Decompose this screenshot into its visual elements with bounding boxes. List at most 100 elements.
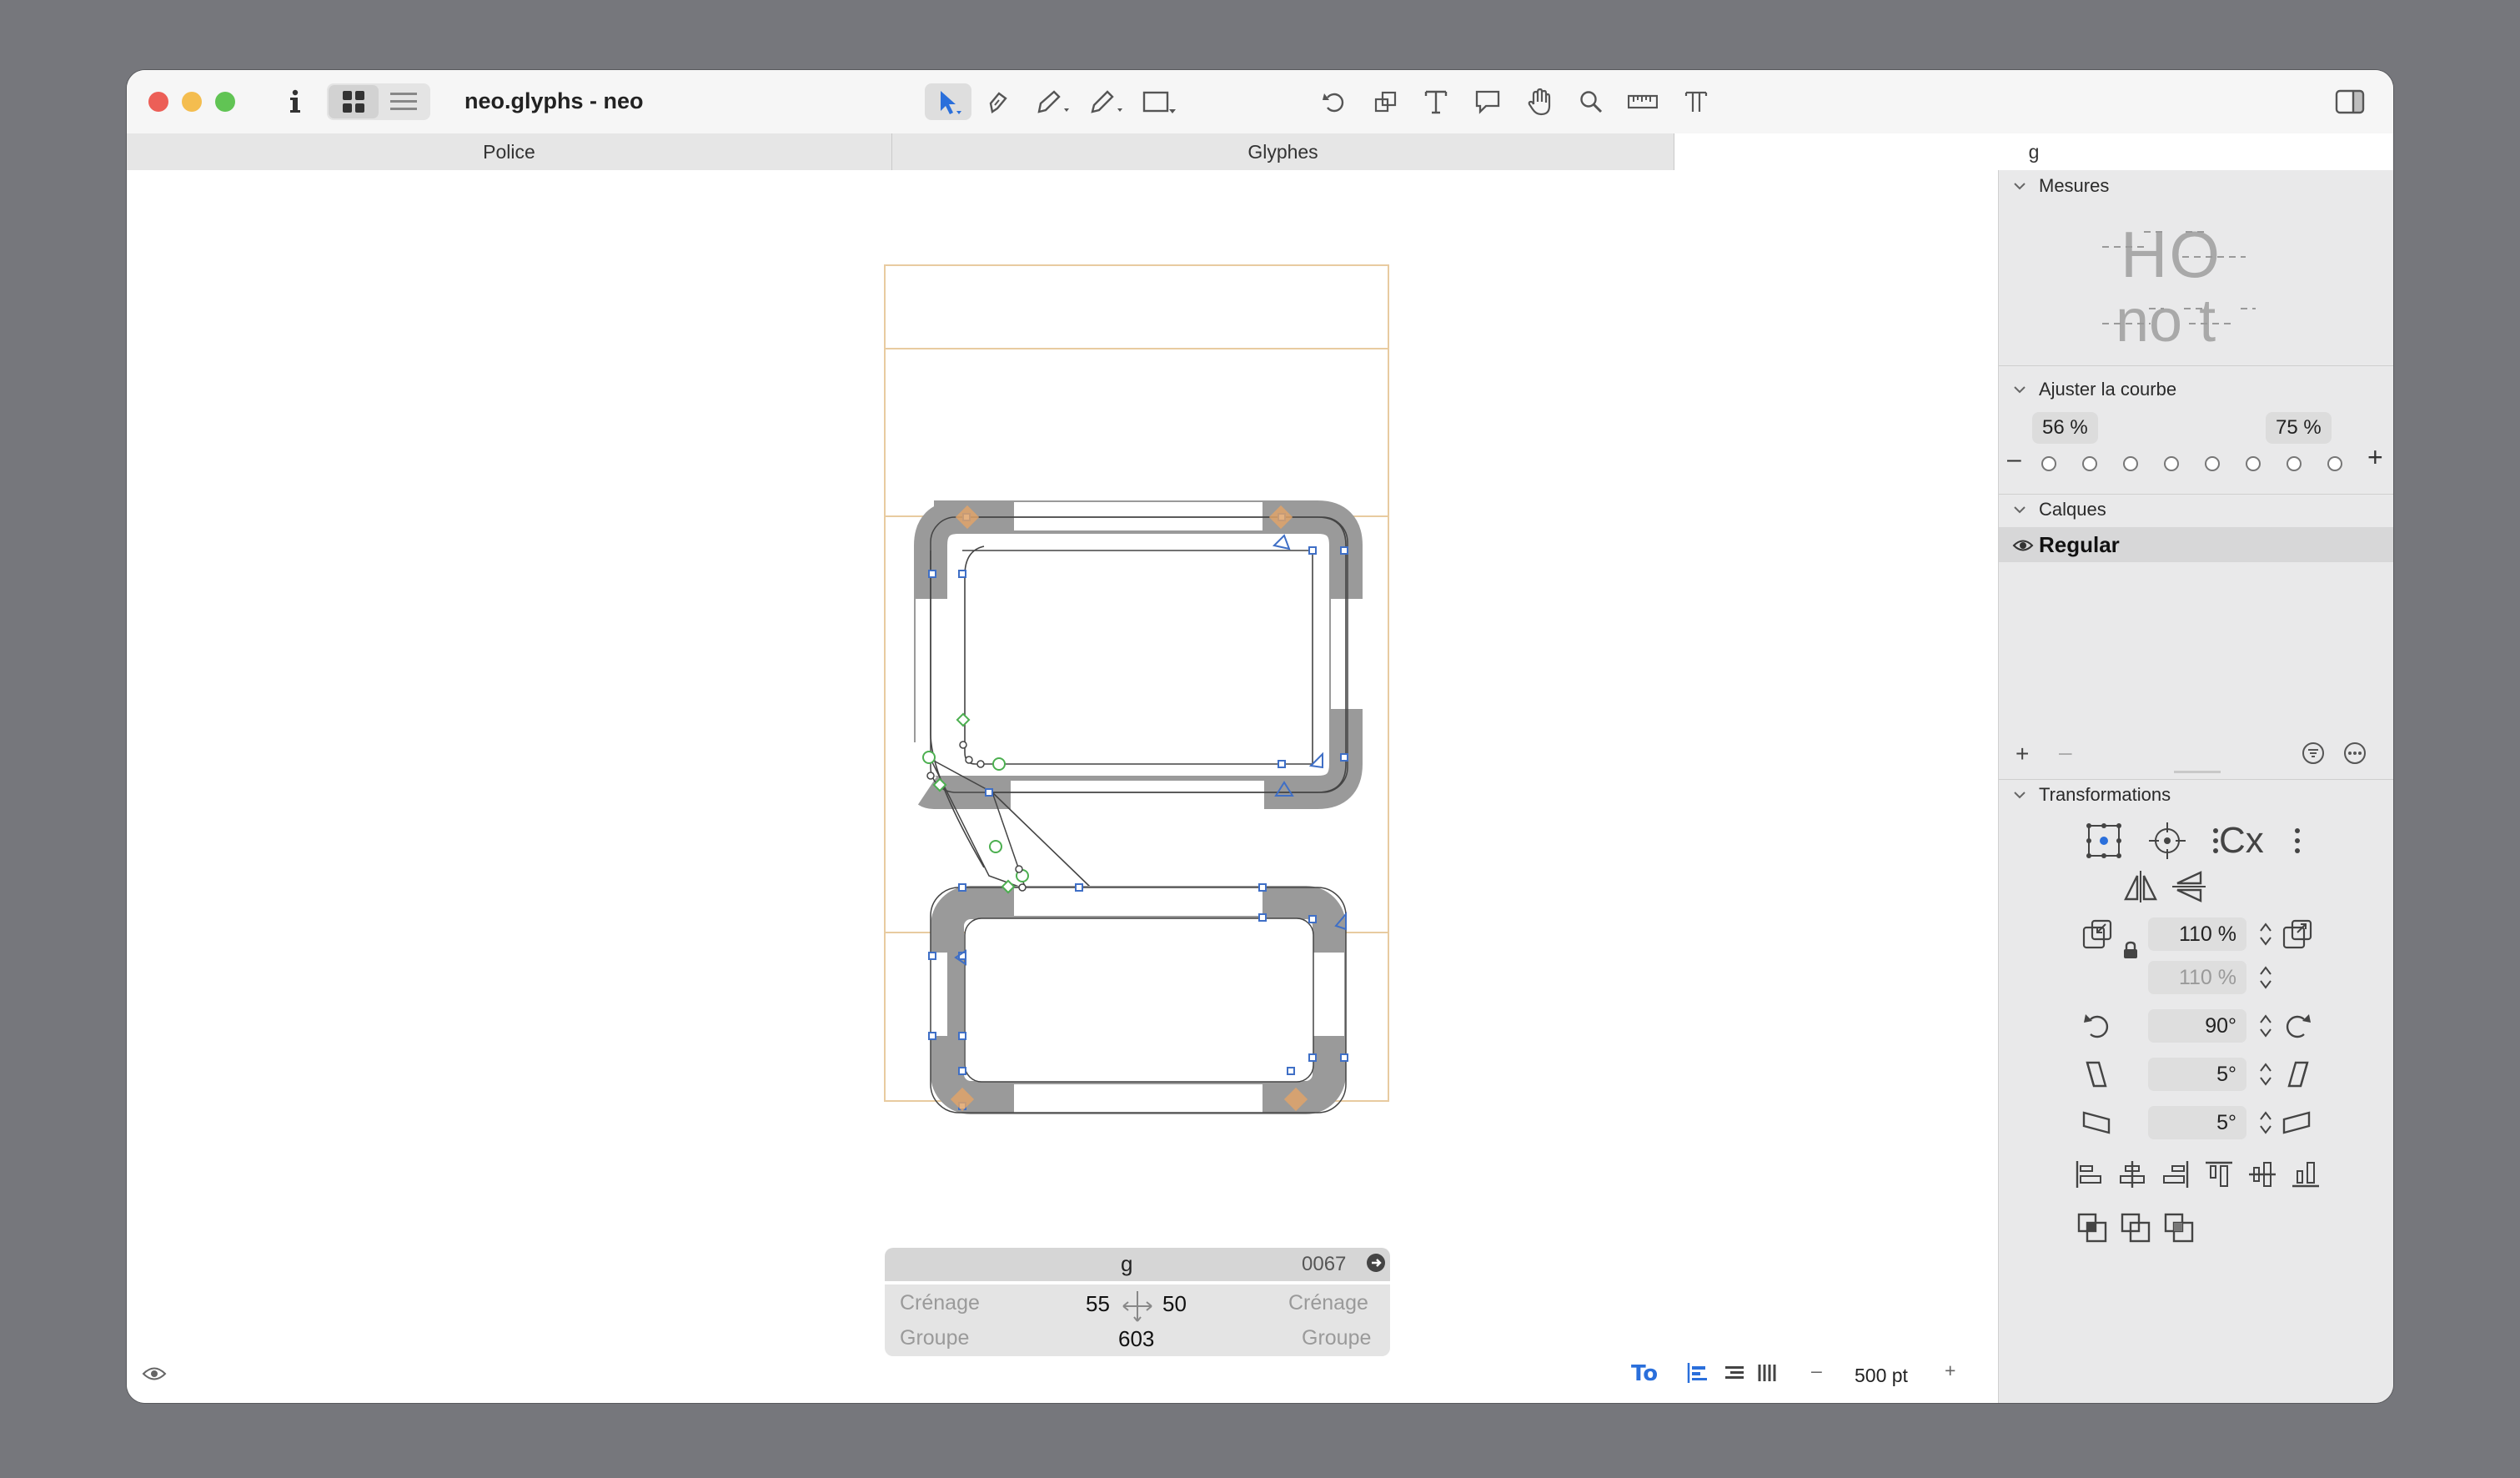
filter-icon[interactable]	[2301, 741, 2326, 766]
scale-x-field[interactable]: 110 %	[2148, 917, 2246, 951]
list-view-icon[interactable]	[379, 85, 429, 118]
rectangle-tool-icon[interactable]	[1136, 85, 1182, 118]
transform-section-header[interactable]: Transformations	[2012, 784, 2171, 806]
remove-layer-button[interactable]: –	[2059, 739, 2072, 766]
section-title: Mesures	[2039, 175, 2110, 196]
tab-police[interactable]: Police	[127, 133, 892, 170]
tab-g[interactable]: g	[1674, 133, 2393, 170]
svg-text:Cx: Cx	[2219, 821, 2264, 861]
zoom-in-button[interactable]: +	[1945, 1360, 1955, 1382]
align-bottom-edges-icon[interactable]	[2289, 1158, 2322, 1191]
lsb-field[interactable]: 55	[1086, 1291, 1110, 1317]
text-preview-toggle[interactable]: To	[1631, 1361, 1658, 1386]
rotate-tool-icon[interactable]	[1316, 85, 1353, 118]
rotate-ccw-icon[interactable]	[2081, 1009, 2114, 1043]
lock-icon[interactable]	[2122, 941, 2139, 959]
zoom-level[interactable]: 500 pt	[1855, 1365, 1908, 1387]
slant-left-icon[interactable]	[2081, 1058, 2114, 1091]
select-tool-icon[interactable]	[925, 83, 971, 120]
curve-slider[interactable]	[2039, 454, 2356, 474]
pen-edit-icon[interactable]	[979, 85, 1016, 118]
layer-row[interactable]: Regular	[1999, 527, 2393, 562]
scale-y-stepper[interactable]	[2257, 963, 2274, 992]
resize-handle[interactable]	[2174, 771, 2221, 773]
curve-left-value[interactable]: 56 %	[2032, 412, 2098, 444]
zoom-out-button[interactable]: –	[1811, 1360, 1822, 1382]
slant-down-icon[interactable]	[2081, 1106, 2114, 1139]
preview-eye-icon[interactable]	[142, 1365, 170, 1386]
metrics-link-icon[interactable]	[1120, 1289, 1155, 1323]
curve-minus-button[interactable]: –	[2007, 445, 2021, 474]
align-right-edges-icon[interactable]	[2159, 1158, 2192, 1191]
rsb-field[interactable]: 50	[1162, 1291, 1187, 1317]
origin-selector-icon[interactable]	[2084, 821, 2124, 861]
unicode-field[interactable]: 0067	[1302, 1253, 1346, 1276]
zoom-button[interactable]	[215, 92, 235, 112]
metric-origin-icon[interactable]: Cx	[2211, 821, 2302, 861]
app-window: neo.glyphs - neo Police Glyphes g g 0067…	[127, 70, 2393, 1403]
glyph-edit-view[interactable]	[127, 170, 1998, 1403]
slant-y-stepper[interactable]	[2257, 1108, 2274, 1137]
chevron-down-icon	[2014, 183, 2026, 190]
type-tool-icon[interactable]	[1678, 85, 1714, 118]
glyph-upper-bowl[interactable]	[914, 500, 1363, 888]
info-icon[interactable]	[280, 87, 310, 117]
flip-vertical-icon[interactable]	[2171, 869, 2207, 904]
glyph-lower-bowl[interactable]	[916, 886, 1347, 1114]
union-icon[interactable]	[2076, 1211, 2109, 1244]
scale-tool-icon[interactable]	[1368, 85, 1404, 118]
curve-plus-button[interactable]: +	[2367, 442, 2383, 473]
edit-canvas[interactable]: g 0067 Crénage Crénage Groupe Groupe 55 …	[127, 170, 1998, 1403]
close-button[interactable]	[148, 92, 168, 112]
section-title: Transformations	[2039, 784, 2171, 805]
annotation-tool-icon[interactable]	[1469, 85, 1506, 118]
scale-up-icon[interactable]	[2281, 917, 2314, 951]
metrics-preview[interactable]: HO no t	[2099, 207, 2266, 354]
rotate-field[interactable]: 90°	[2148, 1009, 2246, 1043]
zoom-tool-icon[interactable]	[1573, 85, 1609, 118]
more-options-icon[interactable]	[2342, 741, 2367, 766]
draw-tool-icon[interactable]	[1029, 85, 1076, 118]
curve-section-header[interactable]: Ajuster la courbe	[2012, 379, 2176, 400]
rotate-cw-icon[interactable]	[2281, 1009, 2314, 1043]
glyph-name-field[interactable]: g	[1121, 1251, 1132, 1277]
rotate-stepper[interactable]	[2257, 1012, 2274, 1040]
align-left-edges-icon[interactable]	[2072, 1158, 2106, 1191]
align-top-edges-icon[interactable]	[2202, 1158, 2236, 1191]
hand-tool-icon[interactable]	[1521, 85, 1558, 118]
align-h-center-icon[interactable]	[2116, 1158, 2149, 1191]
columns-icon[interactable]	[1756, 1361, 1781, 1386]
text-tool-icon[interactable]	[1418, 85, 1454, 118]
curve-right-value[interactable]: 75 %	[2266, 412, 2332, 444]
metrics-section-header[interactable]: Mesures	[2012, 175, 2109, 197]
pencil-tool-icon[interactable]	[1082, 85, 1129, 118]
group-label-right: Groupe	[1302, 1326, 1372, 1350]
slant-up-icon[interactable]	[2281, 1106, 2314, 1139]
document-tabs: Police Glyphes g	[127, 133, 2393, 171]
flip-horizontal-icon[interactable]	[2122, 869, 2159, 904]
scale-down-icon[interactable]	[2081, 917, 2114, 951]
kerning-label-left: Crénage	[900, 1291, 980, 1315]
sidebar-toggle-icon[interactable]	[2332, 85, 2368, 118]
align-right-icon[interactable]	[1723, 1361, 1748, 1386]
measure-tool-icon[interactable]	[1623, 85, 1663, 118]
minimize-button[interactable]	[182, 92, 202, 112]
align-v-center-icon[interactable]	[2246, 1158, 2279, 1191]
subtract-icon[interactable]	[2119, 1211, 2152, 1244]
slant-y-field[interactable]: 5°	[2148, 1106, 2246, 1139]
slant-x-field[interactable]: 5°	[2148, 1058, 2246, 1091]
eye-icon[interactable]	[2012, 537, 2034, 554]
go-arrow-icon[interactable]	[1367, 1254, 1385, 1272]
scale-y-field[interactable]: 110 %	[2148, 961, 2246, 994]
crosshair-icon[interactable]	[2147, 821, 2187, 861]
scale-x-stepper[interactable]	[2257, 920, 2274, 948]
width-field[interactable]: 603	[1118, 1326, 1154, 1352]
slant-right-icon[interactable]	[2281, 1058, 2314, 1091]
align-left-icon[interactable]	[1686, 1361, 1711, 1386]
slant-x-stepper[interactable]	[2257, 1060, 2274, 1088]
tab-glyphes[interactable]: Glyphes	[892, 133, 1674, 170]
layers-section-header[interactable]: Calques	[2012, 499, 2106, 520]
grid-view-icon[interactable]	[329, 85, 379, 118]
add-layer-button[interactable]: +	[2015, 741, 2029, 767]
intersect-icon[interactable]	[2162, 1211, 2196, 1244]
